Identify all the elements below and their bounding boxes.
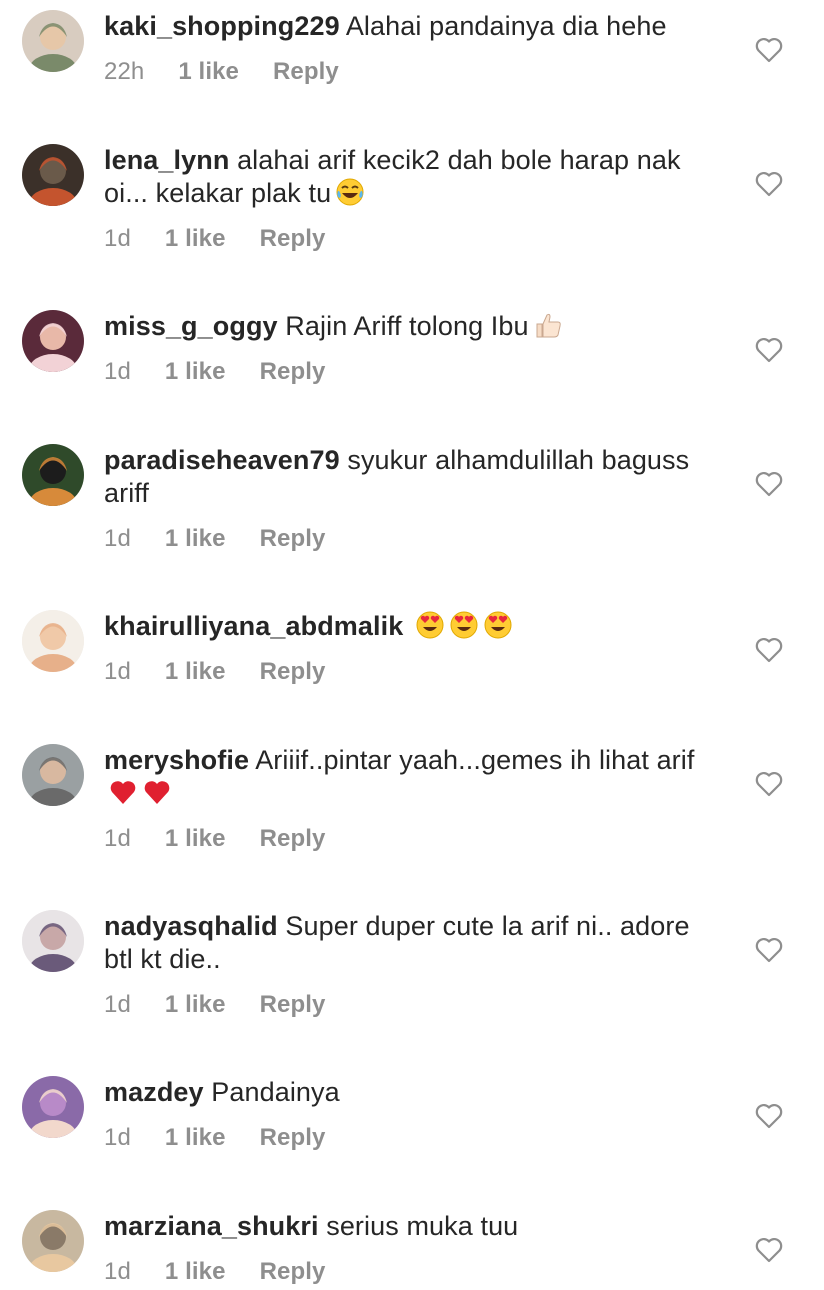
avatar[interactable]	[22, 444, 84, 506]
like-heart-icon[interactable]	[754, 636, 784, 664]
comment-username[interactable]: kaki_shopping229	[104, 11, 340, 41]
avatar[interactable]	[22, 744, 84, 806]
comment-timestamp: 1d	[104, 525, 131, 552]
comment-text: serius muka tuu	[326, 1211, 519, 1241]
thumbs-up-emoji-icon	[533, 310, 563, 340]
laughing-tears-emoji-icon	[335, 177, 365, 207]
comments-list: kaki_shopping229 Alahai pandainya dia he…	[0, 0, 824, 1290]
avatar[interactable]	[22, 910, 84, 972]
comment-meta: 1d 1 like Reply	[104, 824, 724, 854]
comment-meta: 22h 1 like Reply	[104, 57, 724, 87]
comment-username[interactable]: meryshofie	[104, 745, 249, 775]
like-heart-icon[interactable]	[754, 336, 784, 364]
comment-timestamp: 1d	[104, 658, 131, 685]
comment-timestamp: 1d	[104, 825, 131, 852]
comment-like-count[interactable]: 1 like	[165, 1123, 226, 1153]
comment-line: kaki_shopping229 Alahai pandainya dia he…	[104, 10, 724, 43]
reply-button[interactable]: Reply	[260, 224, 326, 254]
like-heart-icon[interactable]	[754, 770, 784, 798]
comment-meta: 1d 1 like Reply	[104, 657, 724, 687]
reply-button[interactable]: Reply	[260, 524, 326, 554]
reply-button[interactable]: Reply	[260, 1257, 326, 1287]
comment-timestamp: 1d	[104, 991, 131, 1018]
avatar[interactable]	[22, 1210, 84, 1272]
comment-timestamp: 1d	[104, 1258, 131, 1285]
like-heart-icon[interactable]	[754, 170, 784, 198]
like-heart-icon[interactable]	[754, 470, 784, 498]
comment-like-count[interactable]: 1 like	[165, 990, 226, 1020]
comment-like-count[interactable]: 1 like	[165, 1257, 226, 1287]
comment-body: kaki_shopping229 Alahai pandainya dia he…	[104, 10, 724, 87]
reply-button[interactable]: Reply	[260, 1123, 326, 1153]
comment-body: marziana_shukri serius muka tuu 1d 1 like R…	[104, 1210, 724, 1287]
comment-line: paradiseheaven79 syukur alhamdulillah ba…	[104, 444, 724, 510]
comment-line: meryshofie Ariiif..pintar yaah...gemes i…	[104, 744, 724, 810]
comment-meta: 1d 1 like Reply	[104, 1257, 724, 1287]
comment-body: mazdey Pandainya 1d 1 like Reply	[104, 1076, 724, 1153]
comment-line: miss_g_oggy Rajin Ariff tolong Ibu	[104, 310, 724, 343]
comment-timestamp: 22h	[104, 58, 145, 85]
avatar[interactable]	[22, 144, 84, 206]
red-heart-emoji-icon	[108, 777, 138, 807]
reply-button[interactable]: Reply	[260, 357, 326, 387]
heart-eyes-emoji-icon	[449, 610, 479, 640]
reply-button[interactable]: Reply	[260, 657, 326, 687]
comment-meta: 1d 1 like Reply	[104, 1123, 724, 1153]
comment-username[interactable]: miss_g_oggy	[104, 311, 278, 341]
comment-line: mazdey Pandainya	[104, 1076, 724, 1109]
comment-line: khairulliyana_abdmalik	[104, 610, 724, 643]
comment-timestamp: 1d	[104, 1124, 131, 1151]
comment-meta: 1d 1 like Reply	[104, 357, 724, 387]
avatar[interactable]	[22, 1076, 84, 1138]
comment-line: lena_lynn alahai arif kecik2 dah bole ha…	[104, 144, 724, 210]
comment-like-count[interactable]: 1 like	[165, 224, 226, 254]
comment-username[interactable]: khairulliyana_abdmalik	[104, 611, 403, 641]
comment-like-count[interactable]: 1 like	[165, 824, 226, 854]
comment-like-count[interactable]: 1 like	[165, 357, 226, 387]
comment-meta: 1d 1 like Reply	[104, 524, 724, 554]
comment-body: nadyasqhalid Super duper cute la arif ni…	[104, 910, 724, 1020]
like-heart-icon[interactable]	[754, 936, 784, 964]
heart-eyes-emoji-icon	[483, 610, 513, 640]
comment-body: khairulliyana_abdmalik 1d 1 like Reply	[104, 610, 724, 687]
comment-timestamp: 1d	[104, 225, 131, 252]
avatar[interactable]	[22, 610, 84, 672]
red-heart-emoji-icon	[142, 777, 172, 807]
comment-text: Ariiif..pintar yaah...gemes ih lihat ari…	[255, 745, 695, 775]
comment-username[interactable]: lena_lynn	[104, 145, 229, 175]
comment-body: meryshofie Ariiif..pintar yaah...gemes i…	[104, 744, 724, 854]
comment-username[interactable]: marziana_shukri	[104, 1211, 319, 1241]
comment-meta: 1d 1 like Reply	[104, 224, 724, 254]
comment-like-count[interactable]: 1 like	[165, 524, 226, 554]
like-heart-icon[interactable]	[754, 36, 784, 64]
reply-button[interactable]: Reply	[260, 824, 326, 854]
comment-username[interactable]: mazdey	[104, 1077, 204, 1107]
comment-username[interactable]: nadyasqhalid	[104, 911, 278, 941]
comment-meta: 1d 1 like Reply	[104, 990, 724, 1020]
comment-text: Alahai pandainya dia hehe	[345, 11, 667, 41]
comment-body: miss_g_oggy Rajin Ariff tolong Ibu 1d 1 li…	[104, 310, 724, 387]
comment-body: paradiseheaven79 syukur alhamdulillah ba…	[104, 444, 724, 554]
comment-timestamp: 1d	[104, 358, 131, 385]
comment-body: lena_lynn alahai arif kecik2 dah bole ha…	[104, 144, 724, 254]
avatar[interactable]	[22, 10, 84, 72]
comment-line: marziana_shukri serius muka tuu	[104, 1210, 724, 1243]
reply-button[interactable]: Reply	[260, 990, 326, 1020]
avatar[interactable]	[22, 310, 84, 372]
reply-button[interactable]: Reply	[273, 57, 339, 87]
comment-username[interactable]: paradiseheaven79	[104, 445, 340, 475]
comment-text: Pandainya	[211, 1077, 340, 1107]
comment-line: nadyasqhalid Super duper cute la arif ni…	[104, 910, 724, 976]
comment-text: Rajin Ariff tolong Ibu	[285, 311, 529, 341]
like-heart-icon[interactable]	[754, 1102, 784, 1130]
comment-like-count[interactable]: 1 like	[165, 657, 226, 687]
like-heart-icon[interactable]	[754, 1236, 784, 1264]
heart-eyes-emoji-icon	[415, 610, 445, 640]
comment-like-count[interactable]: 1 like	[178, 57, 239, 87]
